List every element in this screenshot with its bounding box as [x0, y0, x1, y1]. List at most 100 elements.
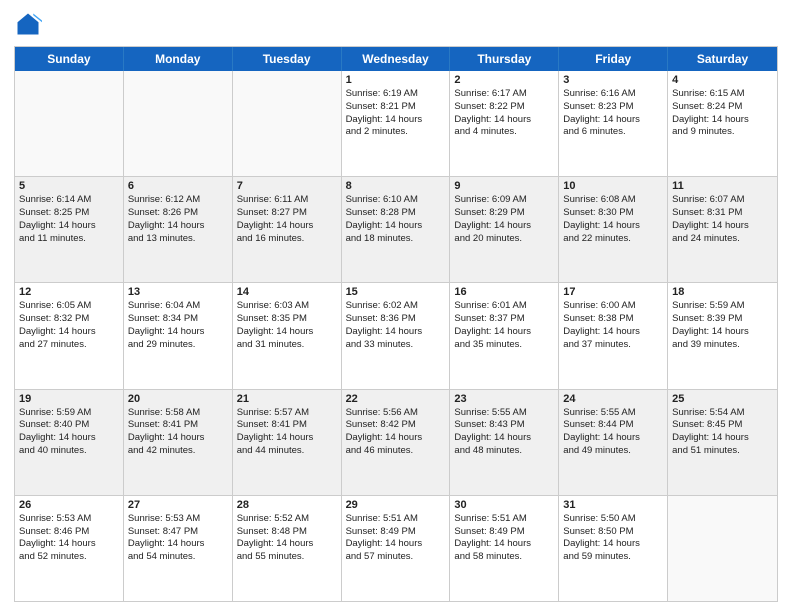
calendar: SundayMondayTuesdayWednesdayThursdayFrid…	[14, 46, 778, 602]
calendar-cell: 20Sunrise: 5:58 AMSunset: 8:41 PMDayligh…	[124, 390, 233, 495]
cell-line: and 42 minutes.	[128, 445, 228, 458]
day-number: 26	[19, 499, 119, 511]
day-number: 12	[19, 286, 119, 298]
cell-line: Sunset: 8:29 PM	[454, 207, 554, 220]
day-number: 5	[19, 180, 119, 192]
cell-line: Daylight: 14 hours	[346, 432, 446, 445]
day-number: 17	[563, 286, 663, 298]
cell-line: Sunset: 8:37 PM	[454, 313, 554, 326]
cell-line: Sunset: 8:43 PM	[454, 419, 554, 432]
cell-line: and 49 minutes.	[563, 445, 663, 458]
calendar-cell: 10Sunrise: 6:08 AMSunset: 8:30 PMDayligh…	[559, 177, 668, 282]
cell-line: Sunrise: 6:07 AM	[672, 194, 773, 207]
cell-line: and 11 minutes.	[19, 233, 119, 246]
cell-line: Daylight: 14 hours	[237, 220, 337, 233]
cell-line: and 22 minutes.	[563, 233, 663, 246]
cell-line: Sunset: 8:50 PM	[563, 526, 663, 539]
cell-line: Sunrise: 5:53 AM	[19, 513, 119, 526]
day-number: 20	[128, 393, 228, 405]
cell-line: Sunrise: 5:56 AM	[346, 407, 446, 420]
day-number: 6	[128, 180, 228, 192]
cell-line: Sunset: 8:46 PM	[19, 526, 119, 539]
day-number: 4	[672, 74, 773, 86]
page: SundayMondayTuesdayWednesdayThursdayFrid…	[0, 0, 792, 612]
cell-line: Sunset: 8:41 PM	[128, 419, 228, 432]
cell-line: Daylight: 14 hours	[563, 432, 663, 445]
cell-line: Sunrise: 5:59 AM	[19, 407, 119, 420]
cell-line: Sunrise: 6:12 AM	[128, 194, 228, 207]
calendar-header-cell: Sunday	[15, 47, 124, 71]
calendar-cell: 30Sunrise: 5:51 AMSunset: 8:49 PMDayligh…	[450, 496, 559, 601]
cell-line: and 37 minutes.	[563, 339, 663, 352]
calendar-cell	[233, 71, 342, 176]
day-number: 31	[563, 499, 663, 511]
cell-line: Sunrise: 6:05 AM	[19, 300, 119, 313]
calendar-cell: 28Sunrise: 5:52 AMSunset: 8:48 PMDayligh…	[233, 496, 342, 601]
day-number: 25	[672, 393, 773, 405]
cell-line: and 35 minutes.	[454, 339, 554, 352]
cell-line: Daylight: 14 hours	[19, 220, 119, 233]
calendar-header-cell: Friday	[559, 47, 668, 71]
day-number: 30	[454, 499, 554, 511]
cell-line: Sunset: 8:41 PM	[237, 419, 337, 432]
cell-line: and 16 minutes.	[237, 233, 337, 246]
cell-line: Daylight: 14 hours	[346, 538, 446, 551]
day-number: 9	[454, 180, 554, 192]
cell-line: Sunrise: 6:15 AM	[672, 88, 773, 101]
day-number: 24	[563, 393, 663, 405]
cell-line: Sunset: 8:49 PM	[346, 526, 446, 539]
calendar-cell: 14Sunrise: 6:03 AMSunset: 8:35 PMDayligh…	[233, 283, 342, 388]
calendar-cell: 16Sunrise: 6:01 AMSunset: 8:37 PMDayligh…	[450, 283, 559, 388]
cell-line: Daylight: 14 hours	[454, 432, 554, 445]
cell-line: Daylight: 14 hours	[672, 326, 773, 339]
calendar-cell: 29Sunrise: 5:51 AMSunset: 8:49 PMDayligh…	[342, 496, 451, 601]
day-number: 2	[454, 74, 554, 86]
cell-line: and 48 minutes.	[454, 445, 554, 458]
cell-line: Daylight: 14 hours	[237, 326, 337, 339]
calendar-cell: 9 Sunrise: 6:09 AMSunset: 8:29 PMDaylight…	[450, 177, 559, 282]
cell-line: Daylight: 14 hours	[672, 114, 773, 127]
cell-line: Daylight: 14 hours	[563, 326, 663, 339]
calendar-body: 1Sunrise: 6:19 AMSunset: 8:21 PMDaylight…	[15, 71, 777, 601]
cell-line: Sunrise: 5:55 AM	[563, 407, 663, 420]
day-number: 28	[237, 499, 337, 511]
cell-line: Sunset: 8:26 PM	[128, 207, 228, 220]
cell-line: and 2 minutes.	[346, 126, 446, 139]
cell-line: Daylight: 14 hours	[454, 220, 554, 233]
cell-line: and 4 minutes.	[454, 126, 554, 139]
calendar-header-cell: Saturday	[668, 47, 777, 71]
calendar-cell: 13Sunrise: 6:04 AMSunset: 8:34 PMDayligh…	[124, 283, 233, 388]
cell-line: Sunrise: 6:19 AM	[346, 88, 446, 101]
calendar-cell: 26Sunrise: 5:53 AMSunset: 8:46 PMDayligh…	[15, 496, 124, 601]
cell-line: and 33 minutes.	[346, 339, 446, 352]
cell-line: and 51 minutes.	[672, 445, 773, 458]
cell-line: Daylight: 14 hours	[128, 326, 228, 339]
cell-line: Sunrise: 6:09 AM	[454, 194, 554, 207]
cell-line: Sunset: 8:49 PM	[454, 526, 554, 539]
cell-line: and 13 minutes.	[128, 233, 228, 246]
cell-line: Sunset: 8:44 PM	[563, 419, 663, 432]
cell-line: Sunset: 8:27 PM	[237, 207, 337, 220]
calendar-cell: 3Sunrise: 6:16 AMSunset: 8:23 PMDaylight…	[559, 71, 668, 176]
calendar-cell: 22Sunrise: 5:56 AMSunset: 8:42 PMDayligh…	[342, 390, 451, 495]
cell-line: Daylight: 14 hours	[346, 326, 446, 339]
cell-line: Daylight: 14 hours	[563, 114, 663, 127]
cell-line: Sunset: 8:47 PM	[128, 526, 228, 539]
cell-line: Daylight: 14 hours	[19, 326, 119, 339]
calendar-cell: 4 Sunrise: 6:15 AMSunset: 8:24 PMDaylight…	[668, 71, 777, 176]
calendar-cell: 1Sunrise: 6:19 AMSunset: 8:21 PMDaylight…	[342, 71, 451, 176]
calendar-cell: 27Sunrise: 5:53 AMSunset: 8:47 PMDayligh…	[124, 496, 233, 601]
cell-line: Sunrise: 6:01 AM	[454, 300, 554, 313]
cell-line: Daylight: 14 hours	[672, 432, 773, 445]
cell-line: Daylight: 14 hours	[454, 538, 554, 551]
cell-line: Sunset: 8:48 PM	[237, 526, 337, 539]
cell-line: Sunset: 8:24 PM	[672, 101, 773, 114]
day-number: 8	[346, 180, 446, 192]
calendar-header-cell: Tuesday	[233, 47, 342, 71]
day-number: 22	[346, 393, 446, 405]
cell-line: Sunset: 8:34 PM	[128, 313, 228, 326]
cell-line: Sunrise: 6:02 AM	[346, 300, 446, 313]
cell-line: Daylight: 14 hours	[237, 538, 337, 551]
cell-line: Sunrise: 6:16 AM	[563, 88, 663, 101]
cell-line: Daylight: 14 hours	[128, 432, 228, 445]
